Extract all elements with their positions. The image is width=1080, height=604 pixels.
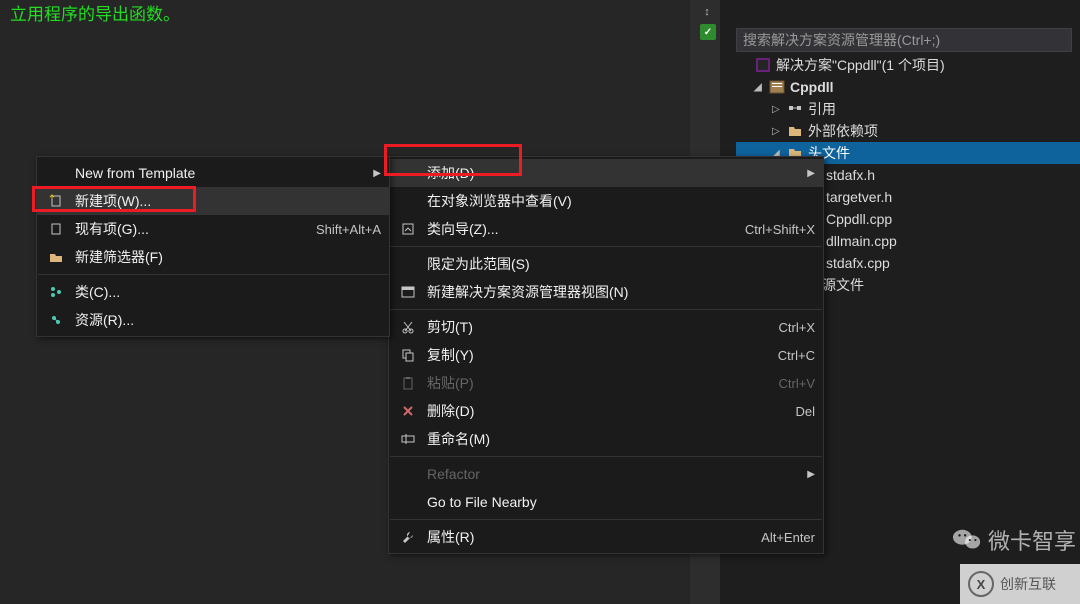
cx-badge: X 创新互联 [960, 564, 1080, 604]
file-label: stdafx.h [826, 167, 875, 183]
editor-comment-text: 立用程序的导出函数。 [10, 0, 180, 25]
menu-new-filter[interactable]: 新建筛选器(F) [37, 243, 389, 271]
submenu-arrow-icon: ▶ [803, 469, 815, 480]
menu-label: 现有项(G)... [69, 219, 296, 239]
menu-existing-item[interactable]: 现有项(G)... Shift+Alt+A [37, 215, 389, 243]
search-placeholder-text: 搜索解决方案资源管理器(Ctrl+;) [743, 30, 940, 50]
solution-icon [754, 57, 772, 73]
new-filter-icon [43, 250, 69, 264]
context-menu-main[interactable]: 添加(D) ▶ 在对象浏览器中查看(V) 类向导(Z)... Ctrl+Shif… [388, 156, 824, 554]
file-label: stdafx.cpp [826, 255, 890, 271]
file-label: dllmain.cpp [826, 233, 897, 249]
references-label: 引用 [808, 99, 836, 119]
menu-label: 类向导(Z)... [421, 219, 725, 239]
menu-label: 复制(Y) [421, 345, 758, 365]
menu-new-solution-view[interactable]: 新建解决方案资源管理器视图(N) [389, 278, 823, 306]
cx-badge-text: 创新互联 [1000, 574, 1056, 594]
project-label: Cppdll [790, 79, 834, 95]
copy-icon [395, 348, 421, 362]
view-icon [395, 285, 421, 299]
menu-new-item[interactable]: 新建项(W)... [37, 187, 389, 215]
menu-label: Refactor [421, 466, 803, 482]
rename-icon [395, 432, 421, 446]
file-label: Cppdll.cpp [826, 211, 892, 227]
menu-shortcut: Alt+Enter [761, 530, 815, 545]
project-icon [768, 79, 786, 95]
menu-label: 在对象浏览器中查看(V) [421, 191, 815, 211]
menu-label: 剪切(T) [421, 317, 759, 337]
expander-icon[interactable]: ◢ [754, 82, 766, 93]
menu-label: Go to File Nearby [421, 494, 815, 510]
menu-scope-to-this[interactable]: 限定为此范围(S) [389, 250, 823, 278]
menu-class-wizard[interactable]: 类向导(Z)... Ctrl+Shift+X [389, 215, 823, 243]
external-deps-label: 外部依赖项 [808, 121, 878, 141]
existing-item-icon [43, 222, 69, 236]
menu-properties[interactable]: 属性(R) Alt+Enter [389, 523, 823, 551]
menu-new-from-template[interactable]: New from Template ▶ [37, 159, 389, 187]
delete-icon [395, 404, 421, 418]
context-submenu-add[interactable]: New from Template ▶ 新建项(W)... 现有项(G)... … [36, 156, 390, 337]
menu-label: 资源(R)... [69, 310, 381, 330]
status-ok-badge: ✓ [700, 24, 716, 40]
menu-label: 新建筛选器(F) [69, 247, 381, 267]
submenu-arrow-icon: ▶ [803, 168, 815, 179]
menu-separator [390, 519, 822, 520]
references-node[interactable]: ▷ 引用 [736, 98, 1080, 120]
menu-cut[interactable]: 剪切(T) Ctrl+X [389, 313, 823, 341]
class-icon [43, 285, 69, 299]
solution-label: 解决方案"Cppdll"(1 个项目) [776, 55, 945, 75]
menu-shortcut: Ctrl+X [779, 320, 815, 335]
menu-rename[interactable]: 重命名(M) [389, 425, 823, 453]
menu-shortcut: Ctrl+V [779, 376, 815, 391]
external-deps-node[interactable]: ▷ 外部依赖项 [736, 120, 1080, 142]
wrench-icon [395, 530, 421, 544]
menu-go-to-file[interactable]: Go to File Nearby [389, 488, 823, 516]
expander-icon[interactable]: ▷ [772, 126, 784, 137]
menu-label: 删除(D) [421, 401, 775, 421]
menu-add-label: 添加(D) [421, 163, 803, 183]
expander-icon[interactable]: ▷ [772, 104, 784, 115]
watermark-text: 微卡智享 [988, 524, 1076, 556]
watermark: 微卡智享 [952, 524, 1076, 556]
wechat-icon [952, 526, 982, 554]
menu-shortcut: Shift+Alt+A [316, 222, 381, 237]
cut-icon [395, 320, 421, 334]
solution-explorer-search[interactable]: 搜索解决方案资源管理器(Ctrl+;) [736, 28, 1072, 52]
menu-separator [38, 274, 388, 275]
new-item-icon [43, 194, 69, 208]
menu-label: 新建项(W)... [69, 191, 381, 211]
menu-class[interactable]: 类(C)... [37, 278, 389, 306]
folder-icon [786, 124, 804, 138]
menu-label: 新建解决方案资源管理器视图(N) [421, 282, 815, 302]
references-icon [786, 102, 804, 116]
menu-add[interactable]: 添加(D) ▶ [389, 159, 823, 187]
menu-shortcut: Ctrl+Shift+X [745, 222, 815, 237]
submenu-arrow-icon: ▶ [369, 168, 381, 179]
menu-delete[interactable]: 删除(D) Del [389, 397, 823, 425]
menu-shortcut: Ctrl+C [778, 348, 815, 363]
resource-icon [43, 313, 69, 327]
menu-label: 重命名(M) [421, 429, 815, 449]
project-node[interactable]: ◢ Cppdll [736, 76, 1080, 98]
menu-separator [390, 309, 822, 310]
paste-icon [395, 376, 421, 390]
collapse-expand-icon[interactable]: ↕ [698, 4, 716, 20]
menu-label: New from Template [69, 165, 369, 181]
menu-refactor: Refactor ▶ [389, 460, 823, 488]
wizard-icon [395, 222, 421, 236]
menu-paste: 粘贴(P) Ctrl+V [389, 369, 823, 397]
menu-separator [390, 456, 822, 457]
menu-label: 限定为此范围(S) [421, 254, 815, 274]
solution-node[interactable]: 解决方案"Cppdll"(1 个项目) [736, 54, 1080, 76]
menu-label: 属性(R) [421, 527, 741, 547]
cx-logo-icon: X [968, 571, 994, 597]
menu-resource[interactable]: 资源(R)... [37, 306, 389, 334]
file-label: targetver.h [826, 189, 892, 205]
menu-separator [390, 246, 822, 247]
menu-copy[interactable]: 复制(Y) Ctrl+C [389, 341, 823, 369]
menu-shortcut: Del [795, 404, 815, 419]
menu-label: 粘贴(P) [421, 373, 759, 393]
menu-view-object-browser[interactable]: 在对象浏览器中查看(V) [389, 187, 823, 215]
menu-label: 类(C)... [69, 282, 381, 302]
